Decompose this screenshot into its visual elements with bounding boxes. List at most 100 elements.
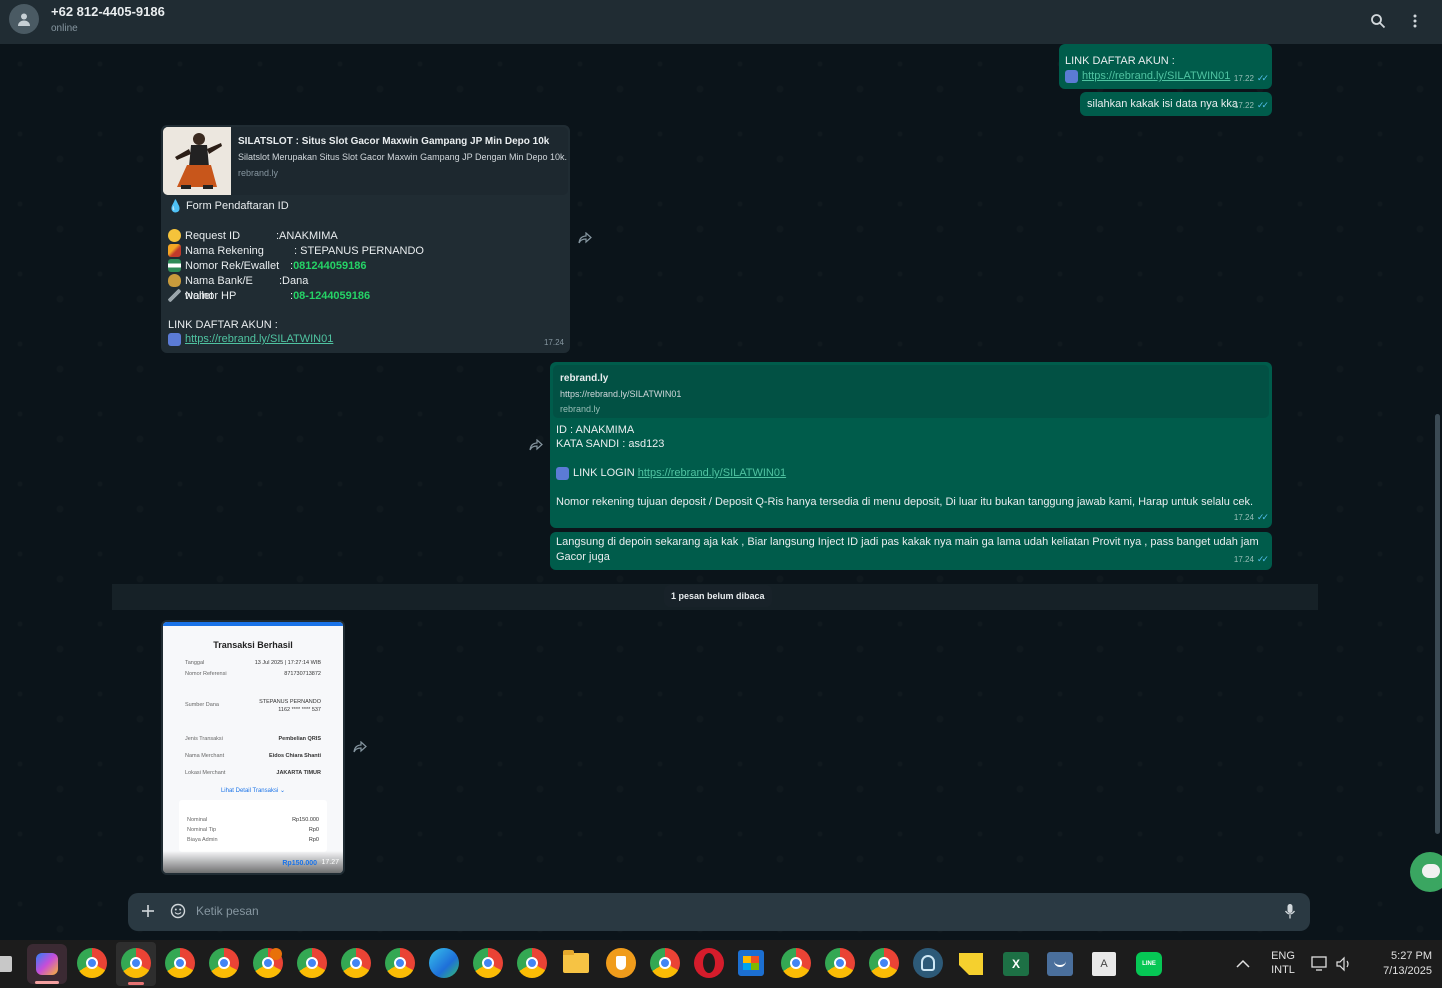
message-input[interactable]: Ketik pesan xyxy=(196,904,259,918)
image-message[interactable]: Transaksi Berhasil Tanggal 13 Jul 2025 |… xyxy=(161,620,345,875)
chrome-icon[interactable] xyxy=(165,948,195,978)
message-time: 17.22 ✓✓ xyxy=(1234,98,1269,113)
message-note: Nomor rekening tujuan deposit / Deposit … xyxy=(556,496,1254,508)
chrome-icon[interactable] xyxy=(297,948,327,978)
message-link[interactable]: https://rebrand.ly/SILATWIN01 xyxy=(1082,69,1230,84)
line-app-icon[interactable]: LINE xyxy=(1136,952,1162,976)
login-row: LINK LOGIN https://rebrand.ly/SILATWIN01 xyxy=(556,466,786,481)
arrow-right-icon xyxy=(168,333,181,346)
preview-url: https://rebrand.ly/SILATWIN01 xyxy=(560,389,682,399)
unread-label: 1 pesan belum dibaca xyxy=(664,585,772,607)
form-row: Nomor Rek/Ewallet :081244059186 xyxy=(168,259,568,274)
link-preview[interactable]: SILATSLOT : Situs Slot Gacor Maxwin Gamp… xyxy=(163,127,568,195)
chrome-icon[interactable] xyxy=(473,948,503,978)
chrome-icon[interactable] xyxy=(781,948,811,978)
message-time: 17.24 ✓✓ xyxy=(1234,510,1269,525)
incoming-message[interactable]: SILATSLOT : Situs Slot Gacor Maxwin Gamp… xyxy=(161,125,570,353)
active-indicator xyxy=(128,982,144,985)
chat-scrollbar[interactable] xyxy=(1435,414,1440,834)
microsoft-store-icon[interactable] xyxy=(738,950,764,976)
text-editor-icon[interactable]: A xyxy=(1092,952,1116,976)
emoji-icon[interactable] xyxy=(170,903,186,924)
double-check-icon: ✓✓ xyxy=(1256,73,1269,83)
forward-icon[interactable] xyxy=(353,740,367,753)
message-text: LINK DAFTAR AKUN : xyxy=(1065,55,1175,67)
message-time: 17.27 xyxy=(321,859,339,866)
message-composer[interactable]: Ketik pesan xyxy=(128,893,1310,931)
pencil-emoji-icon xyxy=(168,244,181,257)
droplet-icon: 💧 xyxy=(168,199,183,213)
chrome-icon[interactable] xyxy=(825,948,855,978)
sticky-notes-icon[interactable] xyxy=(959,953,983,975)
preview-domain: rebrand.ly xyxy=(238,168,279,178)
outgoing-message[interactable]: rebrand.ly https://rebrand.ly/SILATWIN01… xyxy=(550,362,1272,528)
more-vertical-icon[interactable] xyxy=(1404,10,1426,32)
phone-emoji-icon xyxy=(168,289,181,302)
form-title-row: 💧 Form Pendaftaran ID xyxy=(168,199,289,214)
message-time: 17.24 ✓✓ xyxy=(1234,552,1269,567)
system-clock[interactable]: 5:27 PM 7/13/2025 xyxy=(1362,950,1432,977)
preview-thumbnail xyxy=(163,127,231,195)
double-check-icon: ✓✓ xyxy=(1256,512,1269,522)
form-rows: Request ID :ANAKMIMA Nama Rekening : STE… xyxy=(168,229,568,304)
message-text: silahkan kakak isi data nya kka xyxy=(1087,98,1239,110)
network-icon[interactable] xyxy=(1311,956,1329,977)
message-link[interactable]: https://rebrand.ly/SILATWIN01 xyxy=(638,466,786,481)
contact-name[interactable]: +62 812-4405-9186 xyxy=(51,4,165,19)
excel-icon[interactable]: X xyxy=(1003,952,1029,976)
volume-icon[interactable] xyxy=(1335,956,1353,977)
search-icon[interactable] xyxy=(1367,10,1389,32)
chrome-icon[interactable] xyxy=(517,948,547,978)
form-title: Form Pendaftaran ID xyxy=(185,200,289,212)
forward-icon[interactable] xyxy=(578,231,592,244)
outgoing-message[interactable]: silahkan kakak isi data nya kka 17.22 ✓✓ xyxy=(1080,92,1272,116)
user-avatar-icon[interactable] xyxy=(9,4,39,34)
form-row: Nomor HP :08-1244059186 xyxy=(168,289,568,304)
chrome-icon[interactable] xyxy=(77,948,107,978)
form-row: Nama Bank/E wallet :Dana xyxy=(168,274,568,302)
plus-icon[interactable] xyxy=(141,904,155,923)
message-link[interactable]: https://rebrand.ly/SILATWIN01 xyxy=(185,332,333,347)
message-link-row: https://rebrand.ly/SILATWIN01 xyxy=(1065,69,1230,84)
app-bot-icon[interactable] xyxy=(913,948,943,978)
money-bag-emoji-icon xyxy=(168,274,181,287)
vpn-shield-icon[interactable] xyxy=(606,948,636,978)
whatsapp-window: +62 812-4405-9186 online LINK DAFTAR AKU… xyxy=(0,0,1442,988)
message-link-row: https://rebrand.ly/SILATWIN01 xyxy=(168,332,333,347)
receipt-image[interactable]: Transaksi Berhasil Tanggal 13 Jul 2025 |… xyxy=(163,622,343,873)
form-row: Nama Rekening : STEPANUS PERNANDO xyxy=(168,244,568,259)
link-preview[interactable]: rebrand.ly https://rebrand.ly/SILATWIN01… xyxy=(553,365,1269,418)
chrome-icon[interactable] xyxy=(869,948,899,978)
message-time: 17.24 xyxy=(543,338,564,347)
outgoing-message[interactable]: LINK DAFTAR AKUN : https://rebrand.ly/SI… xyxy=(1059,44,1272,89)
edge-icon[interactable] xyxy=(429,948,459,978)
preview-description: Silatslot Merupakan Situs Slot Gacor Max… xyxy=(238,152,567,162)
floating-sticker-icon[interactable] xyxy=(1410,852,1442,892)
chrome-icon[interactable] xyxy=(650,948,680,978)
preview-title: SILATSLOT : Situs Slot Gacor Maxwin Gamp… xyxy=(238,136,550,147)
copilot-icon[interactable] xyxy=(27,944,67,984)
file-explorer-icon[interactable] xyxy=(563,950,589,973)
opera-icon[interactable] xyxy=(694,948,724,978)
chrome-icon[interactable] xyxy=(341,948,371,978)
receipt-detail-link: Lihat Detail Transaksi ⌄ xyxy=(220,788,286,794)
outgoing-message[interactable]: Langsung di depoin sekarang aja kak , Bi… xyxy=(550,532,1272,570)
chrome-icon[interactable] xyxy=(209,948,239,978)
preview-title: rebrand.ly xyxy=(560,373,609,384)
chevron-up-icon[interactable] xyxy=(1236,956,1250,974)
chat-header: +62 812-4405-9186 online xyxy=(0,0,1442,44)
chat-area[interactable]: LINK DAFTAR AKUN : https://rebrand.ly/SI… xyxy=(0,44,1442,940)
forward-icon[interactable] xyxy=(529,438,543,451)
mail-app-icon[interactable] xyxy=(1047,952,1073,976)
task-view-icon[interactable] xyxy=(0,956,12,972)
notification-badge xyxy=(270,948,282,960)
preview-domain: rebrand.ly xyxy=(560,404,601,414)
link-title: LINK DAFTAR AKUN : xyxy=(168,319,278,331)
microphone-icon[interactable] xyxy=(1284,903,1296,925)
chrome-icon[interactable] xyxy=(121,948,151,978)
chrome-icon[interactable] xyxy=(385,948,415,978)
message-text: Langsung di depoin sekarang aja kak , Bi… xyxy=(556,536,1259,563)
language-indicator[interactable]: ENG INTL xyxy=(1270,950,1296,976)
form-row: Request ID :ANAKMIMA xyxy=(168,229,568,244)
double-check-icon: ✓✓ xyxy=(1256,100,1269,110)
